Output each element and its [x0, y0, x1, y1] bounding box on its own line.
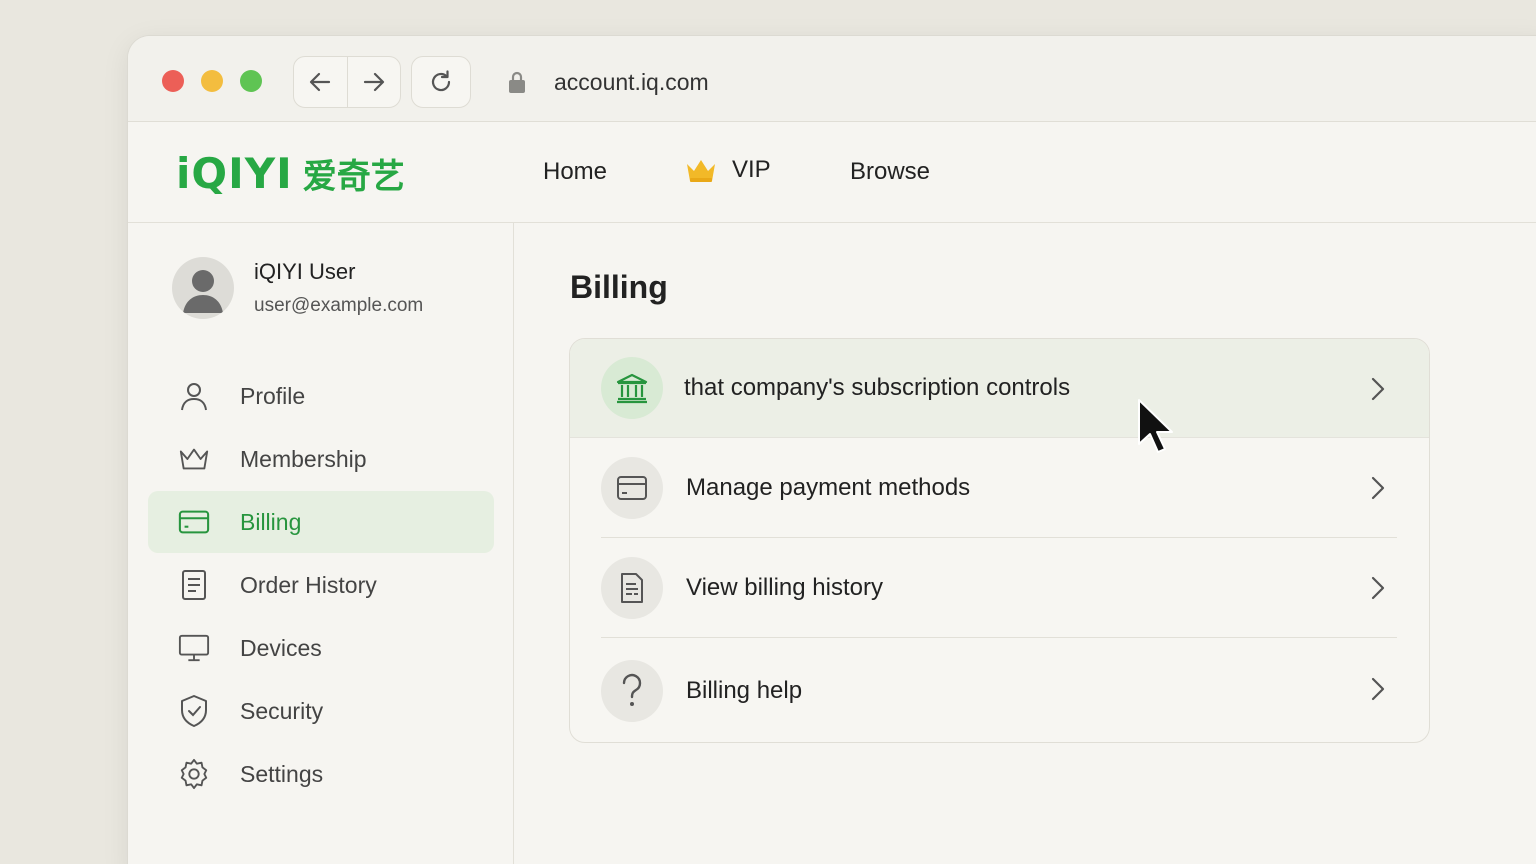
sidebar-item-security[interactable]: Security — [148, 680, 494, 742]
avatar — [172, 257, 234, 319]
nav-browse[interactable]: Browse — [850, 158, 930, 186]
browser-window: account.iq.com iQIYI 爱奇艺 Home VIP Browse… — [128, 36, 1536, 864]
address-url: account.iq.com — [554, 68, 709, 95]
main-content: Billing that company's subscription cont… — [514, 223, 1536, 864]
row-divider — [601, 637, 1397, 638]
document-icon — [178, 569, 210, 601]
billing-option-payment-methods[interactable]: Manage payment methods — [570, 438, 1429, 538]
sidebar-item-label: Profile — [240, 382, 306, 409]
sidebar-item-profile[interactable]: Profile — [148, 365, 494, 427]
logo-text: iQIYI — [176, 148, 293, 198]
sidebar-item-label: Membership — [240, 445, 367, 472]
question-icon — [601, 660, 663, 722]
sidebar-item-label: Billing — [240, 508, 302, 535]
monitor-icon — [178, 632, 210, 664]
nav-home[interactable]: Home — [543, 158, 607, 186]
nav-vip[interactable]: VIP — [684, 156, 771, 184]
card-icon — [178, 506, 210, 538]
sidebar-item-label: Security — [240, 697, 324, 724]
user-name: iQIYI User — [254, 259, 356, 284]
billing-option-help[interactable]: Billing help — [570, 639, 1429, 742]
arrow-left-icon — [310, 72, 331, 92]
chevron-right-icon — [1371, 576, 1385, 600]
sidebar-item-order-history[interactable]: Order History — [148, 554, 494, 616]
maximize-window-button[interactable] — [240, 70, 262, 92]
page-title: Billing — [570, 269, 668, 305]
account-sidebar: iQIYI User user@example.com Profile Memb… — [128, 223, 514, 864]
chevron-right-icon — [1371, 677, 1385, 701]
chevron-right-icon — [1371, 377, 1385, 401]
user-silhouette-icon — [183, 270, 223, 313]
card-icon — [601, 457, 663, 519]
crown-icon — [178, 443, 210, 475]
browser-titlebar: account.iq.com — [128, 36, 1536, 122]
reload-icon — [431, 70, 451, 92]
chevron-right-icon — [1371, 476, 1385, 500]
mouse-cursor-icon — [1138, 399, 1173, 453]
billing-option-label: Billing help — [686, 677, 803, 704]
minimize-window-button[interactable] — [201, 70, 223, 92]
arrow-right-icon — [363, 72, 384, 92]
reload-button[interactable] — [411, 56, 471, 108]
crown-icon — [687, 160, 715, 182]
billing-option-label: Manage payment methods — [686, 474, 971, 501]
nav-vip-label: VIP — [732, 156, 771, 183]
sidebar-item-label: Settings — [240, 760, 324, 787]
logo-chinese-text: 爱奇艺 — [302, 156, 405, 197]
sidebar-menu: Profile Membership Billing Order History — [148, 365, 494, 806]
lock-icon — [498, 69, 536, 95]
sidebar-item-settings[interactable]: Settings — [148, 743, 494, 805]
history-nav-group — [293, 56, 401, 108]
sidebar-item-label: Devices — [240, 634, 322, 661]
billing-option-subscription-controls[interactable]: that company's subscription controls — [570, 339, 1429, 438]
back-button[interactable] — [294, 57, 347, 107]
close-window-button[interactable] — [162, 70, 184, 92]
bank-icon — [601, 357, 663, 419]
sidebar-item-billing[interactable]: Billing — [148, 491, 494, 553]
sidebar-item-devices[interactable]: Devices — [148, 617, 494, 679]
billing-option-label: that company's subscription controls — [684, 374, 1071, 401]
receipt-icon — [601, 557, 663, 619]
site-header: iQIYI 爱奇艺 Home VIP Browse — [128, 122, 1536, 223]
person-icon — [178, 380, 210, 412]
address-bar[interactable]: account.iq.com — [498, 56, 1398, 108]
billing-options-card: that company's subscription controls Man… — [569, 338, 1430, 743]
iqiyi-logo[interactable]: iQIYI 爱奇艺 — [176, 148, 405, 198]
gear-icon — [178, 758, 210, 790]
sidebar-item-membership[interactable]: Membership — [148, 428, 494, 490]
billing-option-billing-history[interactable]: View billing history — [570, 538, 1429, 638]
user-summary: iQIYI User user@example.com — [172, 257, 423, 319]
shield-icon — [178, 695, 210, 727]
sidebar-item-label: Order History — [240, 571, 377, 598]
user-email: user@example.com — [254, 295, 424, 316]
forward-button[interactable] — [346, 57, 401, 107]
billing-option-label: View billing history — [686, 574, 883, 601]
